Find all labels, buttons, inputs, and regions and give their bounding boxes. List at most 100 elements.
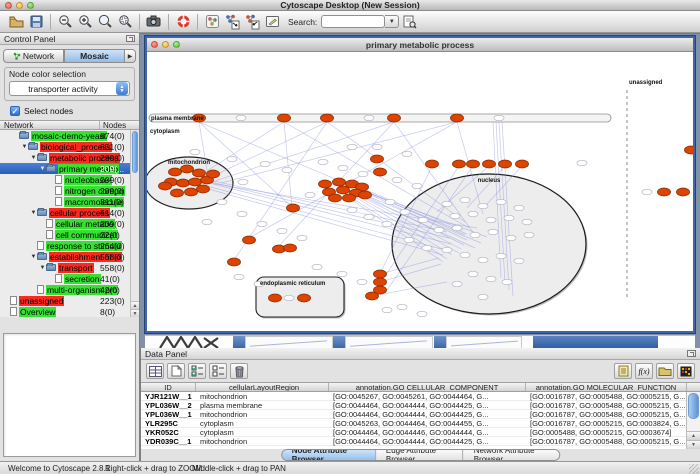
export-network-icon[interactable] bbox=[242, 12, 262, 31]
network-canvas-svg[interactable]: plasma membranecytoplasmmitochondrionnuc… bbox=[147, 52, 693, 331]
tab-network-attribute-browser[interactable]: Network Attribute Browser bbox=[464, 450, 560, 460]
selected-network-node[interactable] bbox=[287, 204, 300, 212]
scroll-up-icon[interactable]: ▲ bbox=[131, 301, 139, 309]
zoom-selected-icon[interactable] bbox=[115, 12, 135, 31]
open-file-icon[interactable] bbox=[6, 12, 26, 31]
selected-network-node[interactable] bbox=[278, 114, 291, 122]
selected-network-node[interactable] bbox=[499, 160, 512, 168]
search-input[interactable] bbox=[321, 15, 385, 28]
network-node[interactable] bbox=[450, 213, 460, 218]
tree-row[interactable]: mosaic-demo-yeast874(0) bbox=[0, 130, 139, 141]
selected-network-node[interactable] bbox=[451, 114, 464, 122]
selected-network-node[interactable] bbox=[189, 178, 202, 186]
tree-row[interactable]: nucleobase-209(0) bbox=[0, 174, 139, 185]
column-header-id[interactable]: ID bbox=[141, 383, 196, 391]
table-cell[interactable]: [GO:0016787, GO:0005215, GO:0003824, G..… bbox=[526, 419, 686, 428]
selected-network-node[interactable] bbox=[207, 170, 220, 178]
network-node[interactable] bbox=[217, 199, 227, 204]
tree-row[interactable]: ▼establishment of lo558(0) bbox=[0, 251, 139, 262]
selected-network-node[interactable] bbox=[677, 188, 690, 196]
network-node[interactable] bbox=[504, 215, 514, 220]
network-node[interactable] bbox=[337, 271, 347, 276]
notes-icon[interactable] bbox=[614, 363, 632, 379]
tab-network[interactable]: Network bbox=[3, 49, 64, 63]
table-cell[interactable]: YPL036W__2 bbox=[141, 401, 196, 410]
expand-arrow-icon[interactable]: ▼ bbox=[30, 210, 37, 216]
network-node[interactable] bbox=[202, 219, 212, 224]
annotation-icon[interactable] bbox=[262, 12, 282, 31]
table-cell[interactable]: [GO:0044464, GO:0044444, GO:0044425, G..… bbox=[329, 401, 526, 410]
network-node[interactable] bbox=[260, 161, 270, 166]
selected-network-node[interactable] bbox=[197, 185, 210, 193]
heatmap-icon[interactable] bbox=[677, 363, 695, 379]
tree-scrollbar-thumb[interactable] bbox=[132, 131, 138, 173]
formula-icon[interactable]: f(x) bbox=[635, 363, 653, 379]
tree-row[interactable]: ▼biological_process651(0) bbox=[0, 141, 139, 152]
node-color-dropdown[interactable]: transporter activity ▲▼ bbox=[9, 81, 130, 96]
select-nodes-checkbox[interactable]: ✓ bbox=[10, 106, 20, 116]
selected-network-node[interactable] bbox=[284, 244, 297, 252]
network-node[interactable] bbox=[284, 295, 294, 300]
new-attribute-icon[interactable] bbox=[167, 363, 185, 379]
selected-network-node[interactable] bbox=[193, 169, 206, 177]
network-node[interactable] bbox=[418, 217, 428, 222]
selected-network-node[interactable] bbox=[333, 178, 346, 186]
network-node[interactable] bbox=[442, 247, 452, 252]
expand-arrow-icon[interactable]: ▼ bbox=[21, 144, 28, 150]
network-node[interactable] bbox=[382, 221, 392, 226]
selected-network-node[interactable] bbox=[371, 155, 384, 163]
network-node[interactable] bbox=[496, 199, 506, 204]
selected-network-node[interactable] bbox=[516, 160, 529, 168]
import-attributes-icon[interactable] bbox=[656, 363, 674, 379]
expand-arrow-icon[interactable]: ▼ bbox=[39, 166, 46, 172]
float-panel-icon[interactable] bbox=[687, 350, 696, 357]
network-node[interactable] bbox=[470, 232, 480, 237]
selected-network-node[interactable] bbox=[467, 160, 480, 168]
delete-attribute-icon[interactable] bbox=[230, 363, 248, 379]
tree-row[interactable]: macromolecule311(0) bbox=[0, 196, 139, 207]
network-node[interactable] bbox=[577, 160, 587, 165]
table-cell[interactable]: YJR121W__1 bbox=[141, 392, 196, 401]
table-cell[interactable]: cytoplasm bbox=[196, 428, 329, 437]
network-node[interactable] bbox=[642, 189, 652, 194]
tree-row[interactable]: multi-organism pro42(0) bbox=[0, 284, 139, 295]
selected-network-node[interactable] bbox=[181, 165, 194, 173]
save-session-icon[interactable] bbox=[26, 12, 46, 31]
network-node[interactable] bbox=[486, 276, 496, 281]
tree-row[interactable]: cellular metabo209(0) bbox=[0, 218, 139, 229]
network-node[interactable] bbox=[305, 192, 315, 197]
table-row[interactable]: YDR039C__1mitochondrion[GO:0044464, GO:0… bbox=[141, 437, 686, 446]
selected-network-node[interactable] bbox=[228, 258, 241, 266]
vizmapper-icon[interactable] bbox=[202, 12, 222, 31]
selected-network-node[interactable] bbox=[337, 186, 350, 194]
network-node[interactable] bbox=[297, 235, 307, 240]
network-node[interactable] bbox=[417, 311, 427, 316]
tree-item-label[interactable]: transport bbox=[58, 263, 94, 273]
table-cell[interactable]: mitochondrion bbox=[196, 410, 329, 419]
tab-edge-attribute-browser[interactable]: Edge Attribute Browser bbox=[376, 450, 464, 460]
table-cell[interactable]: mitochondrion bbox=[196, 437, 329, 446]
network-node[interactable] bbox=[338, 165, 348, 170]
column-header-cellular-component[interactable]: annotation.GO CELLULAR_COMPONENT bbox=[329, 383, 526, 391]
tree-row[interactable]: nitrogen compo209(0) bbox=[0, 185, 139, 196]
tab-node-attribute-browser[interactable]: Node Attribute Browser bbox=[282, 450, 376, 460]
birdseye-view[interactable] bbox=[3, 333, 136, 457]
table-cell[interactable]: YDR039C__1 bbox=[141, 437, 196, 446]
network-node[interactable] bbox=[514, 258, 524, 263]
snapshot-icon[interactable] bbox=[144, 12, 164, 31]
tree-row[interactable]: unassigned223(0) bbox=[0, 295, 139, 306]
selected-network-node[interactable] bbox=[426, 160, 439, 168]
network-node[interactable] bbox=[442, 201, 452, 206]
tree-row[interactable]: ▼metabolic process280(0) bbox=[0, 152, 139, 163]
search-dropdown-icon[interactable]: ▼ bbox=[385, 15, 399, 28]
network-node[interactable] bbox=[486, 217, 496, 222]
network-node[interactable] bbox=[237, 211, 247, 216]
table-cell[interactable]: plasma membrane bbox=[196, 401, 329, 410]
network-canvas[interactable]: plasma membranecytoplasmmitochondrionnuc… bbox=[147, 52, 693, 331]
selected-network-node[interactable] bbox=[159, 182, 172, 190]
tree-item-label[interactable]: mosaic-demo-yeast bbox=[31, 131, 107, 141]
network-node[interactable] bbox=[385, 199, 395, 204]
attribute-table-icon[interactable] bbox=[146, 363, 164, 379]
column-header-region[interactable]: _cellularLayoutRegion bbox=[196, 383, 329, 391]
scroll-down-icon[interactable]: ▼ bbox=[131, 309, 139, 317]
